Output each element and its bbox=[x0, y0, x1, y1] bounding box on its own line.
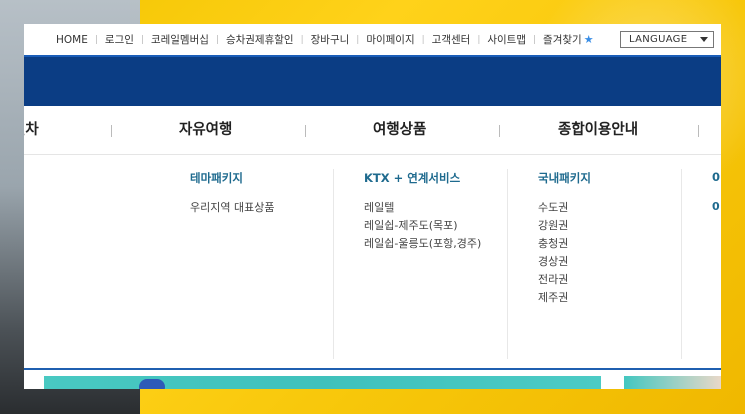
nav-separator: | bbox=[421, 34, 425, 45]
nav-home[interactable]: HOME bbox=[54, 34, 90, 46]
language-label: LANGUAGE bbox=[629, 34, 688, 45]
promo-banner[interactable] bbox=[44, 376, 601, 389]
menu-guide[interactable]: 종합이용안내 bbox=[558, 106, 638, 154]
nav-separator: | bbox=[94, 34, 98, 45]
column-title[interactable]: 0 bbox=[712, 170, 720, 184]
menu-travel-products[interactable]: 여행상품 bbox=[373, 106, 426, 154]
column-title[interactable]: 국내패키지 bbox=[538, 170, 591, 186]
column-link[interactable]: 수도권 bbox=[538, 199, 591, 217]
column-link[interactable]: 강원권 bbox=[538, 217, 591, 235]
nav-sitemap[interactable]: 사이트맵 bbox=[485, 32, 528, 47]
column-link[interactable]: 레일쉽-제주도(목포) bbox=[364, 217, 481, 235]
promo-banner-secondary[interactable] bbox=[624, 376, 721, 389]
column-link[interactable]: 제주권 bbox=[538, 289, 591, 307]
nav-favorites-label: 즐겨찾기 bbox=[543, 34, 582, 46]
column-link[interactable]: 전라권 bbox=[538, 271, 591, 289]
column-divider bbox=[681, 169, 682, 359]
dropdown-column-theme: 테마패키지 우리지역 대표상품 bbox=[190, 170, 274, 217]
menu-train[interactable]: 열차 bbox=[24, 106, 39, 154]
main-menu: 열차 자유여행 여행상품 종합이용안내 bbox=[24, 106, 721, 154]
nav-separator: | bbox=[215, 34, 219, 45]
column-link[interactable]: 0 bbox=[712, 198, 720, 216]
menu-separator bbox=[499, 125, 500, 137]
column-title[interactable]: 테마패키지 bbox=[190, 170, 274, 186]
nav-customer-center[interactable]: 고객센터 bbox=[430, 32, 473, 47]
menu-free-travel[interactable]: 자유여행 bbox=[179, 106, 232, 154]
column-link[interactable]: 충청권 bbox=[538, 235, 591, 253]
nav-separator: | bbox=[533, 34, 537, 45]
nav-cart[interactable]: 장바구니 bbox=[309, 32, 352, 47]
nav-separator: | bbox=[300, 34, 304, 45]
menu-separator bbox=[305, 125, 306, 137]
utility-nav: HOME | 로그인 | 코레일멤버십 | 승차권제휴할인 | 장바구니 | 마… bbox=[54, 24, 596, 55]
nav-ticket-discount[interactable]: 승차권제휴할인 bbox=[224, 32, 296, 47]
nav-membership[interactable]: 코레일멤버십 bbox=[149, 32, 211, 47]
language-select[interactable]: LANGUAGE bbox=[620, 31, 714, 48]
utility-bar: HOME | 로그인 | 코레일멤버십 | 승차권제휴할인 | 장바구니 | 마… bbox=[24, 24, 721, 55]
menu-separator bbox=[111, 125, 112, 137]
menu-separator bbox=[698, 125, 699, 137]
mega-menu-dropdown: 테마패키지 우리지역 대표상품 KTX + 연계서비스 레일텔 레일쉽-제주도(… bbox=[24, 154, 721, 369]
nav-favorites[interactable]: 즐겨찾기 ★ bbox=[541, 32, 596, 47]
column-divider bbox=[507, 169, 508, 359]
nav-login[interactable]: 로그인 bbox=[103, 32, 136, 47]
dropdown-column-cutoff: 0 0 bbox=[712, 170, 720, 216]
star-icon: ★ bbox=[583, 33, 594, 46]
column-link[interactable]: 경상권 bbox=[538, 253, 591, 271]
nav-separator: | bbox=[477, 34, 481, 45]
nav-mypage[interactable]: 마이페이지 bbox=[364, 32, 416, 47]
dropdown-column-ktx: KTX + 연계서비스 레일텔 레일쉽-제주도(목포) 레일쉽-울릉도(포항,경… bbox=[364, 170, 481, 253]
nav-separator: | bbox=[356, 34, 360, 45]
chevron-down-icon bbox=[700, 37, 708, 42]
header-banner bbox=[24, 55, 721, 106]
browser-screen: HOME | 로그인 | 코레일멤버십 | 승차권제휴할인 | 장바구니 | 마… bbox=[24, 24, 721, 389]
dropdown-column-domestic: 국내패키지 수도권 강원권 충청권 경상권 전라권 제주권 bbox=[538, 170, 591, 307]
column-link[interactable]: 레일텔 bbox=[364, 199, 481, 217]
column-title[interactable]: KTX + 연계서비스 bbox=[364, 170, 481, 186]
column-link[interactable]: 우리지역 대표상품 bbox=[190, 199, 274, 217]
column-link[interactable]: 레일쉽-울릉도(포항,경주) bbox=[364, 235, 481, 253]
column-divider bbox=[333, 169, 334, 359]
banner-graphic bbox=[139, 379, 165, 389]
nav-separator: | bbox=[140, 34, 144, 45]
